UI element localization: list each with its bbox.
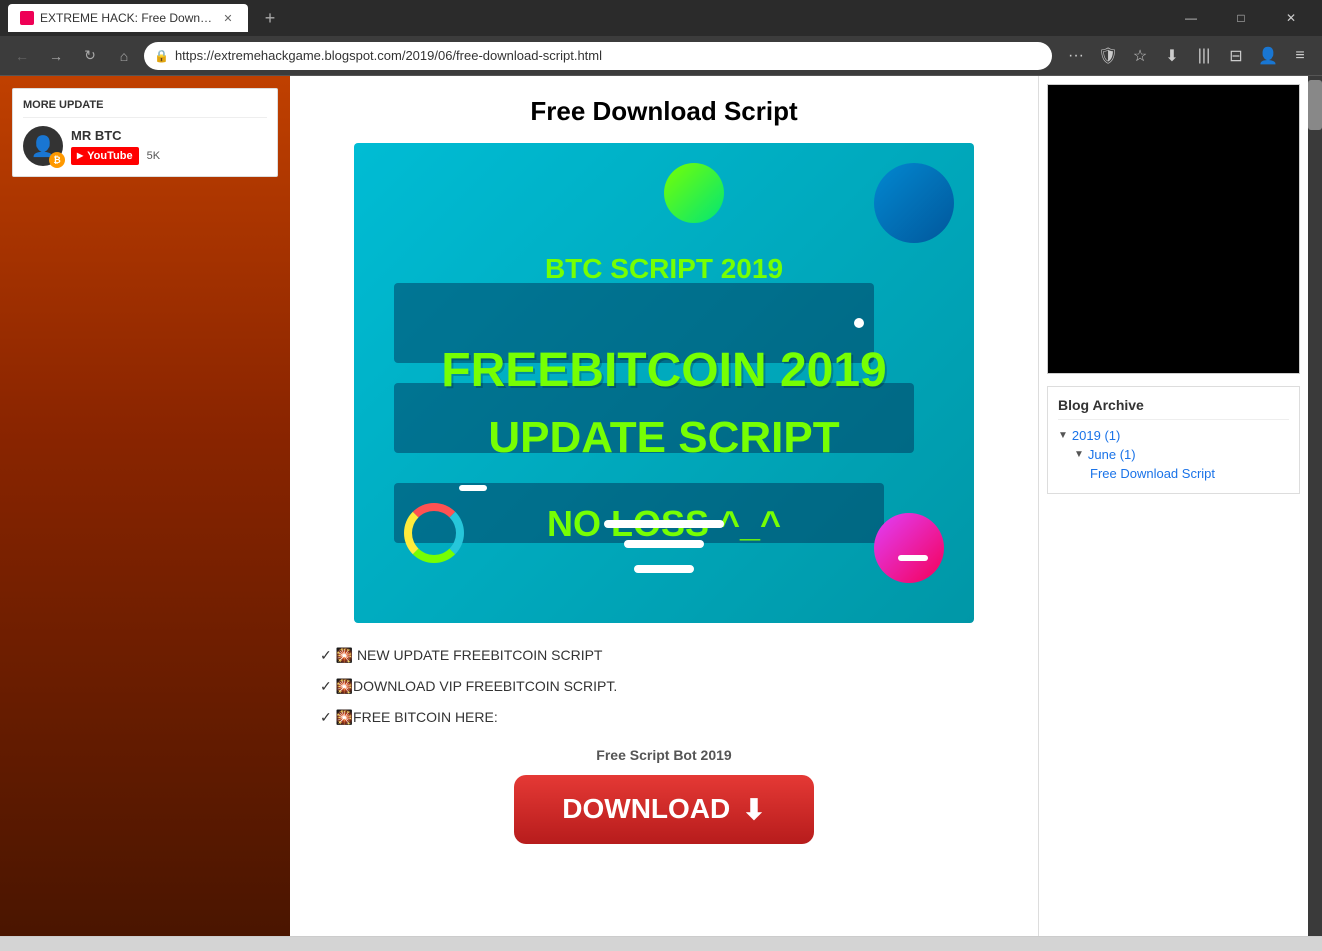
scrollbar-track-horizontal bbox=[0, 937, 1322, 951]
url-text: https://extremehackgame.blogspot.com/201… bbox=[175, 48, 1042, 63]
advertisement-box bbox=[1047, 84, 1300, 374]
archive-year-label: 2019 (1) bbox=[1072, 428, 1120, 443]
youtube-label: YouTube bbox=[87, 150, 132, 162]
post-body: ✓ 🎇 NEW UPDATE FREEBITCOIN SCRIPT ✓ 🎇DOW… bbox=[320, 643, 1008, 731]
blog-archive-widget: Blog Archive ▼ 2019 (1) ▼ June (1) Free … bbox=[1047, 386, 1300, 494]
post-title: Free Download Script bbox=[320, 96, 1008, 127]
scrollbar-thumb[interactable] bbox=[1308, 80, 1322, 130]
triangle-down-month-icon: ▼ bbox=[1074, 449, 1084, 460]
deco-minus-sign bbox=[898, 555, 928, 561]
maximize-button[interactable]: □ bbox=[1218, 0, 1264, 36]
more-button[interactable]: ··· bbox=[1062, 42, 1090, 70]
download-button[interactable]: DOWNLOAD ⬇ bbox=[514, 775, 814, 844]
window-controls: — □ ✕ bbox=[1168, 0, 1314, 36]
post-image-inner: BTC SCRIPT 2019 FREEBITCOIN 2019 UPDATE … bbox=[354, 143, 974, 623]
youtube-button[interactable]: ▶ YouTube bbox=[71, 147, 139, 165]
archive-month-june[interactable]: ▼ June (1) bbox=[1074, 447, 1289, 462]
deco-circle-magenta bbox=[874, 513, 944, 583]
horizontal-scrollbar[interactable] bbox=[0, 936, 1322, 950]
blog-archive-title: Blog Archive bbox=[1058, 397, 1289, 420]
pocket-icon[interactable]: 🛡 bbox=[1094, 42, 1122, 70]
btc-badge: ₿ bbox=[49, 152, 65, 168]
main-layout: MORE UPDATE 👤 ₿ MR BTC ▶ YouTube 5K bbox=[0, 76, 1322, 936]
deco-line-2 bbox=[624, 540, 704, 548]
left-sidebar: MORE UPDATE 👤 ₿ MR BTC ▶ YouTube 5K bbox=[0, 76, 290, 936]
avatar: 👤 ₿ bbox=[23, 126, 63, 166]
firefox-account-icon[interactable]: 👤 bbox=[1254, 42, 1282, 70]
deco-line-1 bbox=[604, 520, 724, 528]
more-update-title: MORE UPDATE bbox=[23, 99, 267, 118]
content-area: Free Download Script BTC SCRIPT 2019 FRE… bbox=[290, 76, 1038, 936]
tab-favicon bbox=[20, 11, 34, 25]
author-row: 👤 ₿ MR BTC ▶ YouTube 5K bbox=[23, 126, 267, 166]
more-update-widget: MORE UPDATE 👤 ₿ MR BTC ▶ YouTube 5K bbox=[12, 88, 278, 177]
back-button[interactable]: ← bbox=[8, 42, 36, 70]
download-arrow-icon: ⬇ bbox=[742, 793, 765, 826]
deco-circle-blue bbox=[874, 163, 954, 243]
post-subheading: Free Script Bot 2019 bbox=[320, 747, 1008, 763]
download-icon[interactable]: ⬇ bbox=[1158, 42, 1186, 70]
play-icon: ▶ bbox=[77, 151, 83, 160]
deco-circle-green bbox=[664, 163, 724, 223]
forward-button[interactable]: → bbox=[42, 42, 70, 70]
title-bar: EXTREME HACK: Free Downloa... ✕ + — □ ✕ bbox=[0, 0, 1322, 36]
minimize-button[interactable]: — bbox=[1168, 0, 1214, 36]
img-text-btc-script: BTC SCRIPT 2019 bbox=[354, 253, 974, 285]
author-name: MR BTC bbox=[71, 128, 160, 143]
subscriber-count: 5K bbox=[147, 150, 160, 162]
refresh-button[interactable]: ↻ bbox=[76, 42, 104, 70]
bookmarks-library-icon[interactable]: ||| bbox=[1190, 42, 1218, 70]
synced-tabs-icon[interactable]: ⊟ bbox=[1222, 42, 1250, 70]
body-line-1: ✓ 🎇 NEW UPDATE FREEBITCOIN SCRIPT bbox=[320, 643, 1008, 668]
archive-month-label: June (1) bbox=[1088, 447, 1136, 462]
triangle-down-icon: ▼ bbox=[1058, 430, 1068, 441]
archive-post-title: Free Download Script bbox=[1090, 466, 1215, 481]
bookmark-icon[interactable]: ☆ bbox=[1126, 42, 1154, 70]
deco-minus-left bbox=[459, 485, 487, 491]
home-button[interactable]: ⌂ bbox=[110, 42, 138, 70]
open-menu-button[interactable]: ≡ bbox=[1286, 42, 1314, 70]
img-text-freebitcoin: FREEBITCOIN 2019 bbox=[354, 343, 974, 398]
download-label: DOWNLOAD bbox=[562, 793, 730, 825]
post-image: BTC SCRIPT 2019 FREEBITCOIN 2019 UPDATE … bbox=[354, 143, 974, 623]
new-tab-button[interactable]: + bbox=[256, 4, 284, 32]
deco-ring bbox=[404, 503, 464, 563]
archive-year-2019[interactable]: ▼ 2019 (1) bbox=[1058, 428, 1289, 443]
right-sidebar: Blog Archive ▼ 2019 (1) ▼ June (1) Free … bbox=[1038, 76, 1308, 936]
author-info: MR BTC ▶ YouTube 5K bbox=[71, 128, 160, 165]
archive-post-link[interactable]: Free Download Script bbox=[1090, 466, 1289, 481]
close-button[interactable]: ✕ bbox=[1268, 0, 1314, 36]
img-text-update-script: UPDATE SCRIPT bbox=[354, 413, 974, 463]
deco-dot bbox=[854, 318, 864, 328]
browser-tab[interactable]: EXTREME HACK: Free Downloa... ✕ bbox=[8, 4, 248, 32]
tab-title: EXTREME HACK: Free Downloa... bbox=[40, 11, 214, 25]
body-line-3: ✓ 🎇FREE BITCOIN HERE: bbox=[320, 705, 1008, 730]
nav-right-buttons: ··· 🛡 ☆ ⬇ ||| ⊟ 👤 ≡ bbox=[1062, 42, 1314, 70]
scrollbar-track[interactable] bbox=[1308, 76, 1322, 936]
body-line-2: ✓ 🎇DOWNLOAD VIP FREEBITCOIN SCRIPT. bbox=[320, 674, 1008, 699]
security-lock-icon: 🔒 bbox=[154, 49, 169, 63]
navigation-bar: ← → ↻ ⌂ 🔒 https://extremehackgame.blogsp… bbox=[0, 36, 1322, 76]
deco-line-3 bbox=[634, 565, 694, 573]
address-bar[interactable]: 🔒 https://extremehackgame.blogspot.com/2… bbox=[144, 42, 1052, 70]
tab-close-button[interactable]: ✕ bbox=[220, 10, 236, 26]
